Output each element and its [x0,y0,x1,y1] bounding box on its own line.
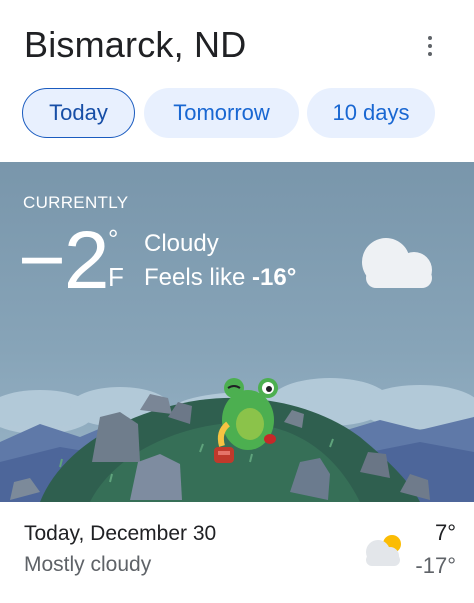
forecast-condition: Mostly cloudy [24,553,152,576]
tab-10-days[interactable]: 10 days [307,88,435,138]
weather-scene [0,162,474,502]
forecast-day: Today, December 30 [24,522,217,545]
feels-like-value: -16° [252,264,297,291]
tab-today[interactable]: Today [22,88,135,138]
current-condition: Cloudy [144,230,219,257]
high-temperature: 7° [434,520,456,545]
low-temperature: -17° [415,553,456,578]
current-temperature: −2 [18,215,109,306]
app-header: Bismarck, ND [0,0,474,78]
partly-cloudy-icon [366,535,401,566]
feels-like: Feels like -16° [144,264,296,292]
degree-symbol: ° [108,224,119,254]
more-dot [428,52,432,56]
more-vert-icon[interactable] [414,30,446,62]
more-dot [428,36,432,40]
temperature-unit[interactable]: F [108,262,124,293]
location-title: Bismarck, ND [24,24,247,65]
feels-like-label: Feels like [144,264,253,291]
cloud-icon [362,238,432,288]
forecast-tabs: Today Tomorrow 10 days [0,88,474,138]
frog-landscape-illustration [0,378,474,502]
currently-label: CURRENTLY [23,193,129,212]
tab-tomorrow[interactable]: Tomorrow [144,88,299,138]
more-dot [428,44,432,48]
